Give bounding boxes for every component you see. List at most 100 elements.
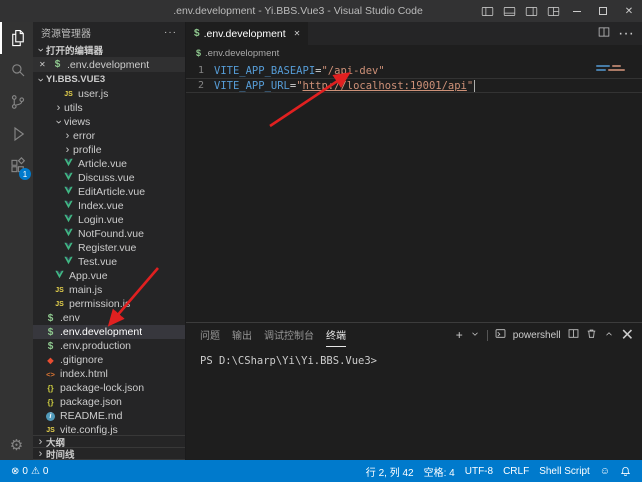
activity-bar: 1 ⚙ xyxy=(0,22,33,460)
tree-item-.env[interactable]: $.env xyxy=(33,311,185,325)
tree-item-Register.vue[interactable]: Register.vue xyxy=(33,241,185,255)
tree-item-.gitignore[interactable]: ◆.gitignore xyxy=(33,353,185,367)
toggle-panel-icon[interactable] xyxy=(498,0,520,22)
close-panel-icon[interactable]: ✕ xyxy=(621,325,634,345)
tree-item-.env.development[interactable]: $.env.development xyxy=(33,325,185,339)
close-editor-icon[interactable]: ✕ xyxy=(39,60,51,69)
toggle-secondary-sidebar-icon[interactable] xyxy=(520,0,542,22)
warning-count: 0 xyxy=(43,466,49,477)
panel-tab-输出[interactable]: 输出 xyxy=(232,323,252,347)
panel-tab-问题[interactable]: 问题 xyxy=(200,323,220,347)
tree-item-profile[interactable]: ›profile xyxy=(33,143,185,157)
tree-item-error[interactable]: ›error xyxy=(33,129,185,143)
tree-item-user.js[interactable]: JSuser.js xyxy=(33,87,185,101)
project-header[interactable]: › YI.BBS.VUE3 xyxy=(33,72,185,87)
close-button[interactable]: ✕ xyxy=(616,0,642,22)
window-title: .env.development - Yi.BBS.Vue3 - Visual … xyxy=(120,5,476,17)
titlebar: .env.development - Yi.BBS.Vue3 - Visual … xyxy=(0,0,642,22)
minimize-button[interactable] xyxy=(564,0,590,22)
maximize-button[interactable] xyxy=(590,0,616,22)
tree-item-views[interactable]: ›views xyxy=(33,115,185,129)
maximize-panel-icon[interactable] xyxy=(604,326,614,344)
terminal-profiles-chevron-icon[interactable] xyxy=(470,326,480,344)
search-icon[interactable] xyxy=(0,54,33,86)
vue-file-icon xyxy=(62,242,75,254)
file-name: index.html xyxy=(60,368,108,380)
minimap[interactable] xyxy=(596,65,634,73)
tree-item-package.json[interactable]: {}package.json xyxy=(33,395,185,409)
git-file-icon: ◆ xyxy=(44,356,57,365)
tree-item-Index.vue[interactable]: Index.vue xyxy=(33,199,185,213)
line-number: 1 xyxy=(186,65,214,76)
customize-layout-icon[interactable] xyxy=(542,0,564,22)
tree-item-permission.js[interactable]: JSpermission.js xyxy=(33,297,185,311)
kill-terminal-icon[interactable] xyxy=(586,326,597,344)
timeline-section-header[interactable]: › 时间线 xyxy=(33,448,185,460)
encoding[interactable]: UTF-8 xyxy=(460,466,498,477)
tree-item-Login.vue[interactable]: Login.vue xyxy=(33,213,185,227)
breadcrumb-label: .env.development xyxy=(205,48,279,59)
tree-item-App.vue[interactable]: App.vue xyxy=(33,269,185,283)
file-name: views xyxy=(64,116,90,128)
env-file-icon: $ xyxy=(194,28,200,39)
cursor-position[interactable]: 行 2, 列 42 xyxy=(361,464,419,479)
new-terminal-icon[interactable]: + xyxy=(456,328,463,342)
chevron-right-icon: › xyxy=(62,131,73,141)
explorer-sidebar: 资源管理器 ··· › 打开的编辑器 ✕ $ .env.development … xyxy=(33,22,186,460)
extensions-icon[interactable]: 1 xyxy=(0,150,33,182)
tree-item-utils[interactable]: ›utils xyxy=(33,101,185,115)
tree-item-.env.production[interactable]: $.env.production xyxy=(33,339,185,353)
eol[interactable]: CRLF xyxy=(498,466,534,477)
notifications-bell-icon[interactable] xyxy=(615,466,636,477)
panel-tab-终端[interactable]: 终端 xyxy=(326,323,346,347)
tree-item-EditArticle.vue[interactable]: EditArticle.vue xyxy=(33,185,185,199)
settings-gear-icon[interactable]: ⚙ xyxy=(0,430,33,460)
language-mode[interactable]: Shell Script xyxy=(534,466,595,477)
open-editor-item[interactable]: ✕ $ .env.development xyxy=(33,57,185,72)
file-name: .env xyxy=(60,312,80,324)
tree-item-index.html[interactable]: <>index.html xyxy=(33,367,185,381)
warning-icon: ⚠ xyxy=(31,466,40,477)
problems-status[interactable]: ⊗ 0 ⚠ 0 xyxy=(6,466,53,477)
editor-tab-bar: $ .env.development ✕ ··· xyxy=(186,22,642,45)
code-token: "/api-dev" xyxy=(321,65,384,77)
env-file-icon: $ xyxy=(44,313,57,324)
split-terminal-icon[interactable] xyxy=(568,326,579,344)
toggle-sidebar-icon[interactable] xyxy=(476,0,498,22)
panel-tab-调试控制台[interactable]: 调试控制台 xyxy=(264,323,314,347)
explorer-icon[interactable] xyxy=(0,22,33,54)
tab-close-icon[interactable]: ✕ xyxy=(294,29,301,38)
source-control-icon[interactable] xyxy=(0,86,33,118)
vue-file-icon xyxy=(62,200,75,212)
file-name: permission.js xyxy=(69,298,130,310)
terminal-content[interactable]: PS D:\CSharp\Yi\Yi.BBS.Vue3> xyxy=(186,347,642,460)
status-bar: ⊗ 0 ⚠ 0 行 2, 列 42空格: 4UTF-8CRLFShell Scr… xyxy=(0,460,642,482)
file-name: Test.vue xyxy=(78,256,117,268)
more-actions-icon[interactable]: ··· xyxy=(164,27,177,38)
vue-file-icon xyxy=(62,256,75,268)
tree-item-main.js[interactable]: JSmain.js xyxy=(33,283,185,297)
file-name: README.md xyxy=(60,410,122,422)
url-link[interactable]: http://localhost:19001/api xyxy=(303,80,467,92)
shell-label[interactable]: powershell xyxy=(513,330,561,341)
split-editor-icon[interactable] xyxy=(598,25,610,43)
open-editors-header[interactable]: › 打开的编辑器 xyxy=(33,42,185,57)
tree-item-package-lock.json[interactable]: {}package-lock.json xyxy=(33,381,185,395)
tree-item-Article.vue[interactable]: Article.vue xyxy=(33,157,185,171)
tree-item-Test.vue[interactable]: Test.vue xyxy=(33,255,185,269)
tree-item-vite.config.js[interactable]: JSvite.config.js xyxy=(33,423,185,435)
editor-more-actions-icon[interactable]: ··· xyxy=(618,25,634,43)
file-name: App.vue xyxy=(69,270,108,282)
tree-item-Discuss.vue[interactable]: Discuss.vue xyxy=(33,171,185,185)
html-file-icon: <> xyxy=(44,370,57,379)
vue-file-icon xyxy=(62,186,75,198)
tree-item-README.md[interactable]: iREADME.md xyxy=(33,409,185,423)
indentation[interactable]: 空格: 4 xyxy=(419,464,460,479)
feedback-smiley-icon[interactable]: ☺ xyxy=(595,466,615,477)
run-debug-icon[interactable] xyxy=(0,118,33,150)
tree-item-NotFound.vue[interactable]: NotFound.vue xyxy=(33,227,185,241)
chevron-down-icon: › xyxy=(36,44,46,55)
breadcrumb[interactable]: $ .env.development xyxy=(186,45,642,61)
tab-env-development[interactable]: $ .env.development ✕ xyxy=(186,22,309,45)
code-editor[interactable]: 1VITE_APP_BASEAPI="/api-dev"2VITE_APP_UR… xyxy=(186,61,642,322)
